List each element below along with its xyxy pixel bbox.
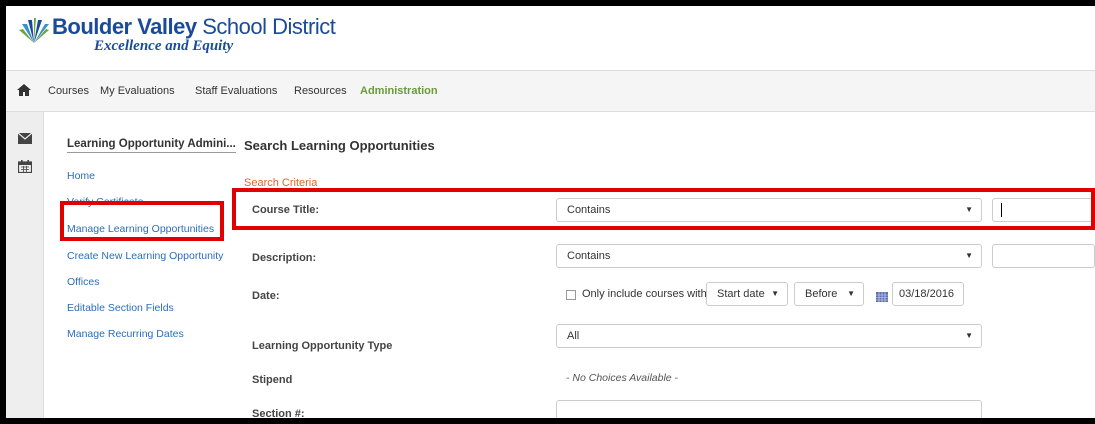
envelope-icon[interactable]: [18, 132, 32, 145]
chevron-down-icon: ▼: [965, 331, 973, 340]
description-input[interactable]: [992, 244, 1095, 268]
district-name[interactable]: Boulder Valley School District: [52, 14, 336, 40]
date-comparison-value: Before: [805, 288, 838, 300]
sidebar-link-offices[interactable]: Offices: [67, 276, 99, 288]
stipend-label: Stipend: [252, 374, 293, 386]
chevron-down-icon: ▼: [771, 289, 779, 298]
description-operator-value: Contains: [567, 250, 611, 262]
sidebar-title: Learning Opportunity Admini...: [67, 138, 236, 153]
course-title-operator-value: Contains: [567, 204, 611, 216]
only-include-label: Only include courses with: [582, 288, 707, 300]
description-label: Description:: [252, 252, 317, 264]
section-number-label: Section #:: [252, 408, 305, 418]
top-nav: Courses My Evaluations Staff Evaluations…: [6, 71, 1095, 112]
sidebar-link-verify-certificate[interactable]: Verify Certificate: [67, 196, 143, 208]
opportunity-type-select[interactable]: All ▼: [556, 324, 982, 348]
only-include-checkbox[interactable]: [566, 290, 576, 300]
sidebar-link-manage-learning-opportunities[interactable]: Manage Learning Opportunities: [67, 223, 214, 235]
search-criteria-label: Search Criteria: [244, 177, 318, 189]
opportunity-type-value: All: [567, 330, 580, 342]
date-comparison-select[interactable]: Before ▼: [794, 282, 864, 306]
course-title-label: Course Title:: [252, 204, 320, 216]
stipend-no-choices: - No Choices Available -: [566, 372, 679, 384]
text-cursor: [1001, 203, 1002, 217]
district-name-rest: School District: [196, 14, 336, 39]
admin-sidebar: Learning Opportunity Admini... Home Veri…: [46, 112, 236, 418]
nav-staff-evaluations[interactable]: Staff Evaluations: [195, 85, 277, 97]
district-logo-icon: [19, 18, 49, 43]
date-field-value: Start date: [717, 288, 765, 300]
date-label: Date:: [252, 290, 280, 302]
course-title-input[interactable]: [992, 198, 1095, 222]
home-icon[interactable]: [16, 83, 32, 97]
nav-administration[interactable]: Administration: [360, 85, 438, 97]
site-header: Boulder Valley School District Excellenc…: [6, 6, 1095, 71]
chevron-down-icon: ▼: [965, 205, 973, 214]
sidebar-link-editable-section-fields[interactable]: Editable Section Fields: [67, 302, 174, 314]
chevron-down-icon: ▼: [965, 251, 973, 260]
nav-my-evaluations[interactable]: My Evaluations: [100, 85, 175, 97]
sidebar-link-manage-recurring-dates[interactable]: Manage Recurring Dates: [67, 328, 184, 340]
course-title-operator-select[interactable]: Contains ▼: [556, 198, 982, 222]
opportunity-type-label: Learning Opportunity Type: [252, 340, 393, 352]
district-tagline: Excellence and Equity: [94, 38, 234, 54]
app-frame: Boulder Valley School District Excellenc…: [6, 6, 1095, 418]
page-title: Search Learning Opportunities: [244, 138, 435, 153]
district-name-bold: Boulder Valley: [52, 14, 197, 39]
section-number-input[interactable]: [556, 400, 982, 418]
left-rail: [6, 112, 44, 418]
sidebar-link-create-new-learning-opportunity[interactable]: Create New Learning Opportunity: [67, 250, 223, 262]
chevron-down-icon: ▼: [847, 289, 855, 298]
date-picker-icon[interactable]: [876, 292, 888, 302]
nav-resources[interactable]: Resources: [294, 85, 347, 97]
sidebar-link-home[interactable]: Home: [67, 170, 95, 182]
description-operator-select[interactable]: Contains ▼: [556, 244, 982, 268]
calendar-icon[interactable]: [18, 160, 32, 173]
date-input[interactable]: 03/18/2016: [892, 282, 964, 306]
date-field-select[interactable]: Start date ▼: [706, 282, 788, 306]
nav-courses[interactable]: Courses: [48, 85, 89, 97]
